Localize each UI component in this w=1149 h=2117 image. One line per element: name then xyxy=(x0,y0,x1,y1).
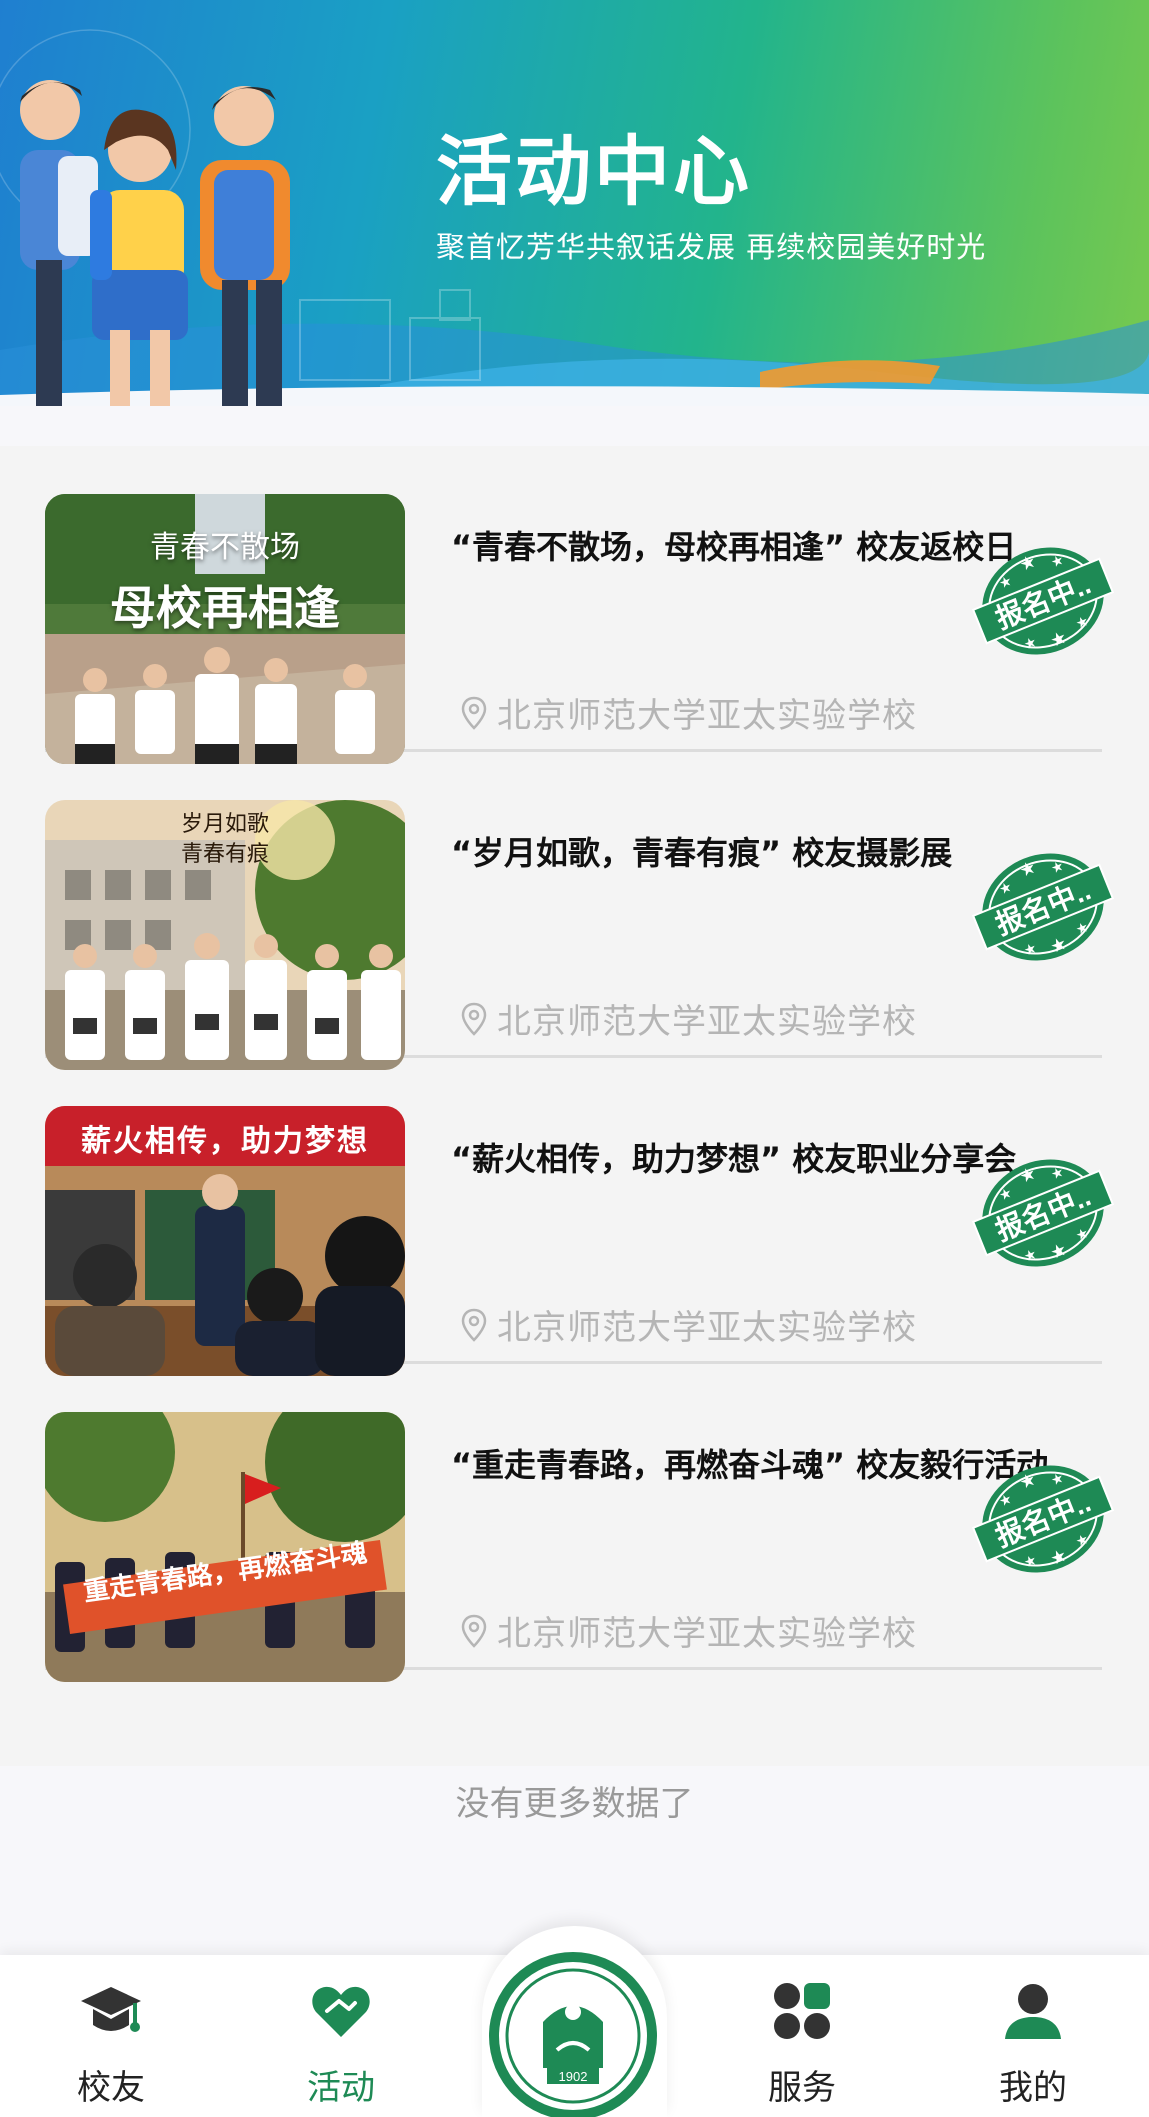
activity-card[interactable]: 重走青春路，再燃奋斗魂 “重走青春路，再燃奋斗魂” 校友毅行活动 北京师范大学亚… xyxy=(45,1364,1115,1682)
heart-hands-icon xyxy=(312,1986,370,2037)
status-badge: 报名中.. ★★ ★★ ★★ xyxy=(971,853,1115,961)
activity-image: 薪火相传，助力梦想 xyxy=(45,1106,405,1376)
image-caption-line1: 岁月如歌 xyxy=(180,812,269,837)
school-emblem-button[interactable]: 1902 xyxy=(487,1950,659,2117)
activity-location: 北京师范大学亚太实验学校 xyxy=(461,1300,917,1349)
tab-service[interactable]: 服务 xyxy=(737,1955,867,2117)
activity-list: 青春不散场 母校再相逢 “青春不散场，母校再相逢” 校友返校日 北京师范大学亚太… xyxy=(0,446,1149,1766)
location-text: 北京师范大学亚太实验学校 xyxy=(497,696,917,736)
location-pin-icon xyxy=(461,1002,487,1036)
emblem-year: 1902 xyxy=(559,2069,588,2084)
status-badge: 报名中.. ★★ ★★ ★★ xyxy=(971,547,1115,655)
activity-image: 重走青春路，再燃奋斗魂 xyxy=(45,1412,405,1682)
no-more-data-text: 没有更多数据了 xyxy=(455,1784,694,1824)
students-illustration xyxy=(20,80,290,406)
image-caption-line2: 青春有痕 xyxy=(180,842,269,867)
location-pin-icon xyxy=(461,1308,487,1342)
banner: 活动中心 聚首忆芳华共叙话发展 再续校园美好时光 xyxy=(0,0,1149,406)
image-caption-line2: 母校再相逢 xyxy=(110,581,340,635)
tab-activity[interactable]: 活动 xyxy=(276,1955,406,2117)
activity-image: 岁月如歌 青春有痕 xyxy=(45,800,405,1070)
tab-alumni[interactable]: 校友 xyxy=(46,1955,176,2117)
activity-card[interactable]: 薪火相传，助力梦想 “薪火相传，助力梦想” 校友职业分享会 北京师范大学亚太实验… xyxy=(45,1058,1115,1376)
page-subtitle: 聚首忆芳华共叙话发展 再续校园美好时光 xyxy=(436,230,987,264)
clover-icon xyxy=(774,1983,830,2039)
location-pin-icon xyxy=(461,696,487,730)
graduation-cap-icon xyxy=(81,1987,141,2032)
location-text: 北京师范大学亚太实验学校 xyxy=(497,1614,917,1654)
status-badge: 报名中.. ★★ ★★ ★★ xyxy=(971,1465,1115,1573)
tab-label: 服务 xyxy=(768,2068,836,2108)
activity-location: 北京师范大学亚太实验学校 xyxy=(461,688,917,737)
activity-image: 青春不散场 母校再相逢 xyxy=(45,494,405,764)
image-caption-line1: 青春不散场 xyxy=(150,530,300,565)
location-text: 北京师范大学亚太实验学校 xyxy=(497,1308,917,1348)
location-pin-icon xyxy=(461,1614,487,1648)
image-caption-line1: 薪火相传，助力梦想 xyxy=(81,1124,369,1159)
activity-location: 北京师范大学亚太实验学校 xyxy=(461,994,917,1043)
tab-label: 校友 xyxy=(77,2068,145,2108)
activity-card[interactable]: 岁月如歌 青春有痕 “岁月如歌，青春有痕” 校友摄影展 北京师范大学亚太实验学校… xyxy=(45,752,1115,1070)
page-title: 活动中心 xyxy=(436,127,752,216)
tab-label: 活动 xyxy=(307,2068,375,2108)
activity-card[interactable]: 青春不散场 母校再相逢 “青春不散场，母校再相逢” 校友返校日 北京师范大学亚太… xyxy=(45,446,1115,764)
tab-mine[interactable]: 我的 xyxy=(968,1955,1098,2117)
tab-label: 我的 xyxy=(999,2068,1067,2108)
user-icon xyxy=(1005,1984,1061,2039)
activity-location: 北京师范大学亚太实验学校 xyxy=(461,1606,917,1655)
location-text: 北京师范大学亚太实验学校 xyxy=(497,1002,917,1042)
status-badge: 报名中.. ★★ ★★ ★★ xyxy=(971,1159,1115,1267)
